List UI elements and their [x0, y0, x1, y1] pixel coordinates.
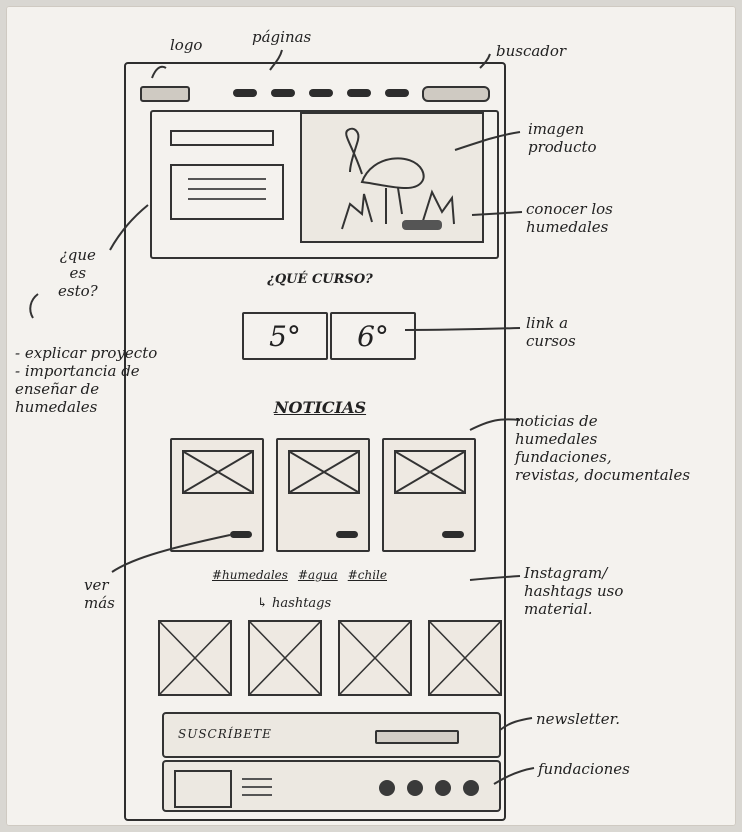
annotation-image-product: imagen producto	[528, 120, 597, 156]
annotation-logo: logo	[170, 36, 203, 54]
annotation-link-courses: link a cursos	[526, 314, 576, 350]
annotation-newsletter: newsletter.	[536, 710, 620, 728]
annotation-buscador: buscador	[496, 42, 567, 60]
annotation-explain-project: - explicar proyecto - importancia de ens…	[15, 344, 158, 416]
annotation-instagram: Instagram/ hashtags uso material.	[524, 564, 624, 618]
annotation-what-is: ¿que es esto?	[58, 246, 98, 300]
annotation-foundations: fundaciones	[538, 760, 630, 778]
annotation-paginas: páginas	[252, 28, 312, 46]
annotation-conocer-humedales: conocer los humedales	[526, 200, 613, 236]
annotation-see-more: ver más	[84, 576, 115, 612]
annotation-news: noticias de humedales fundaciones, revis…	[515, 412, 691, 484]
